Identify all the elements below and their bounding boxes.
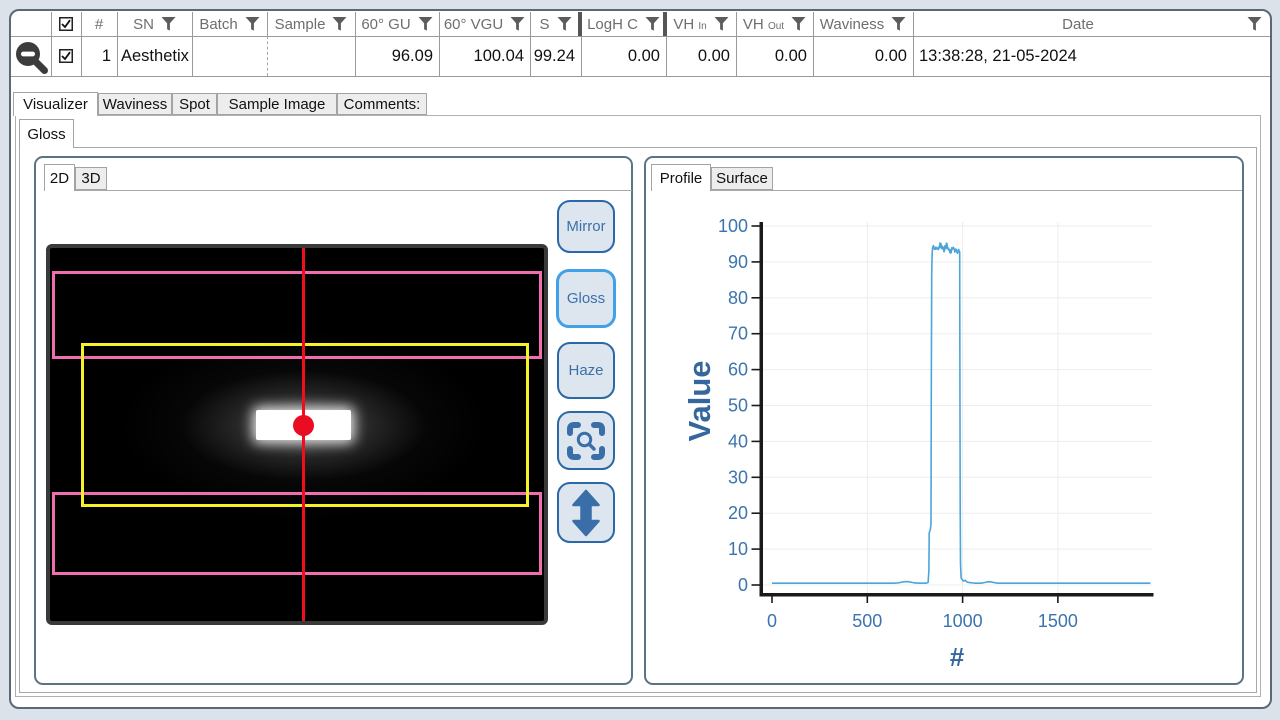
svg-text:80: 80: [728, 288, 748, 308]
svg-text:Value: Value: [682, 361, 717, 442]
svg-text:1000: 1000: [943, 611, 983, 631]
svg-text:20: 20: [728, 503, 748, 523]
svg-text:40: 40: [728, 431, 748, 451]
svg-text:30: 30: [728, 467, 748, 487]
svg-text:0: 0: [767, 611, 777, 631]
svg-text:100: 100: [718, 216, 748, 236]
svg-text:60: 60: [728, 360, 748, 380]
svg-text:50: 50: [728, 396, 748, 416]
svg-text:#: #: [950, 642, 965, 672]
svg-text:70: 70: [728, 324, 748, 344]
svg-text:500: 500: [852, 611, 882, 631]
svg-text:90: 90: [728, 252, 748, 272]
svg-text:0: 0: [738, 575, 748, 595]
svg-text:1500: 1500: [1038, 611, 1078, 631]
svg-text:10: 10: [728, 539, 748, 559]
